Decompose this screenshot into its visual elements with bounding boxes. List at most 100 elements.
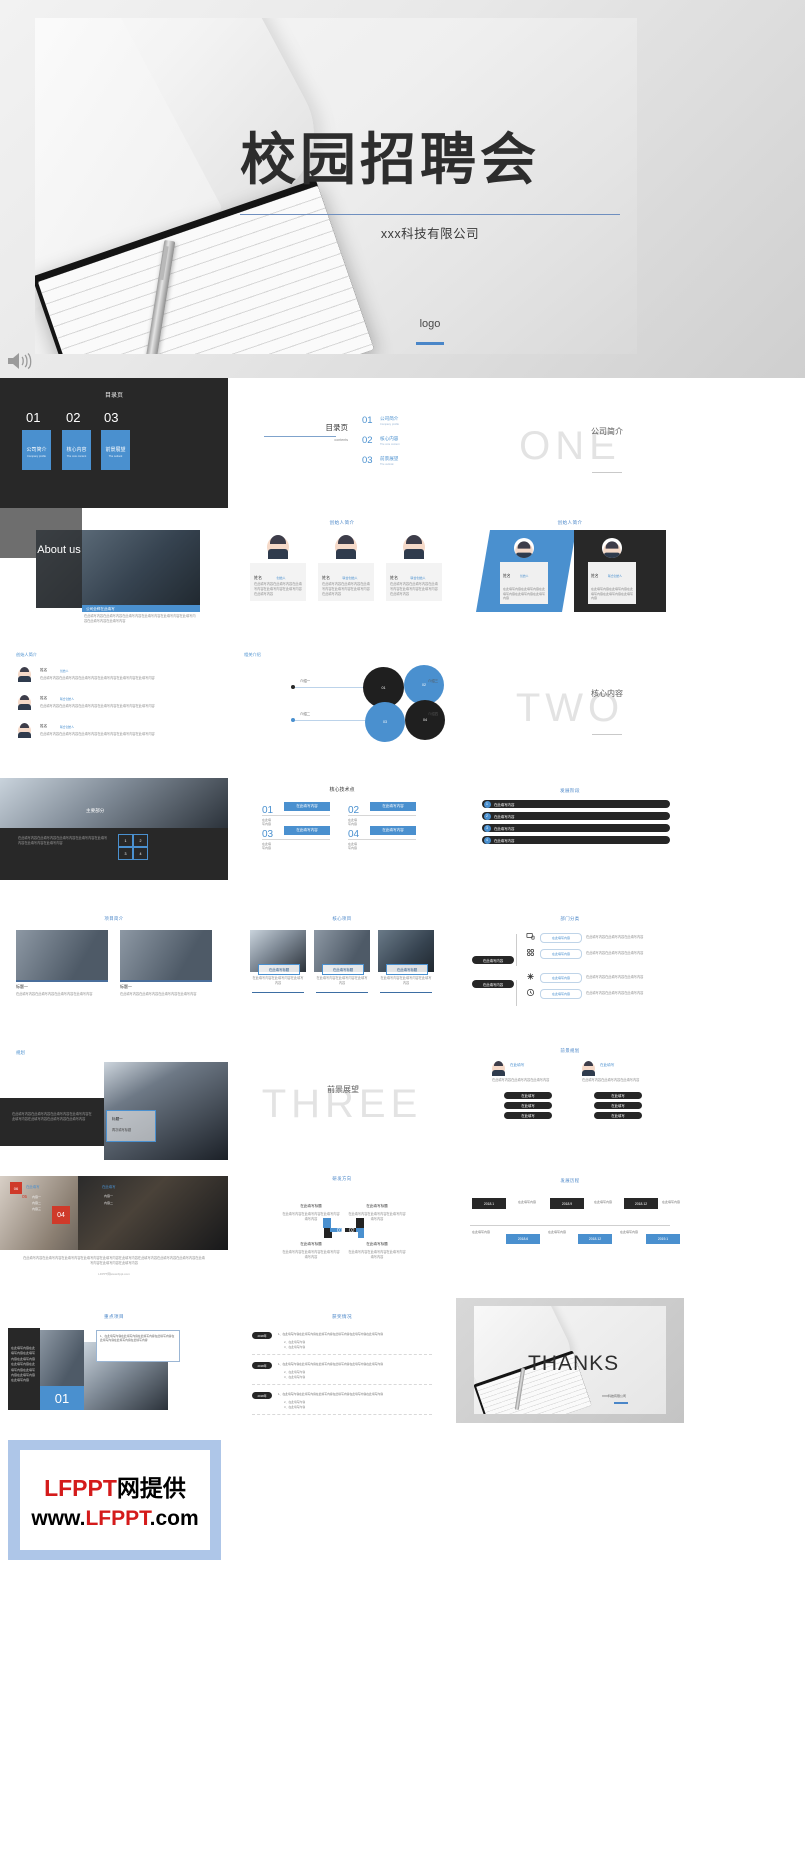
thumb-section-three[interactable]: THREE 前景展望 (228, 1036, 456, 1168)
related-circle-2[interactable]: 03 (365, 702, 405, 742)
core-project-caption-1[interactable]: 在此填写标题 (322, 964, 364, 975)
dev-history-bottom-text-2: 在此填写内容 (620, 1230, 639, 1234)
clock-icon (526, 988, 535, 997)
thumb-dev-type[interactable]: 06 在此填写 05 内容一 内容二 内容三 04 在此填写 内容一 内容二 在… (0, 1168, 228, 1300)
founder-body: 在此填写内容在此填写内容在此填写内容在此填写内容在此填写内容在此填写内容 (250, 578, 306, 601)
related-label-0: 介绍一 (300, 679, 311, 683)
main-part-cell-2[interactable]: 3 (118, 847, 133, 860)
dept-branch-label-2[interactable]: 在此填写内容 (540, 973, 582, 983)
award-row[interactable]: 2018年 1、在此填写内容在此填写内容在此填写内容在此填写内容在此填写内容在此… (252, 1392, 432, 1415)
award-row[interactable]: 2018年 1、在此填写内容在此填写内容在此填写内容在此填写内容在此填写内容在此… (252, 1362, 432, 1385)
thumb-dev-stage[interactable]: 发展阶段 在此填写内容 1 在此填写内容 2 在此填写内容 3 在此填写内容 4 (456, 772, 684, 904)
core-tech-item[interactable]: 01 在此填写内容 在此填写内容 (262, 800, 330, 826)
main-part-cell-3[interactable]: 4 (133, 847, 148, 860)
related-circle-3[interactable]: 04 (405, 700, 445, 740)
thumb-key-project[interactable]: 重点项目 在此填写内容在此填写内容在此填写内容在此填写内容在此填写内容在此填写内… (0, 1300, 228, 1423)
related-circle-1[interactable]: 02 (404, 665, 444, 705)
thumb-awards[interactable]: 获奖情况 2018年 1、在此填写内容在此填写内容在此填写内容在此填写内容在此填… (228, 1300, 456, 1423)
founder-name-row: 姓名 联合创始人 (318, 563, 374, 580)
core-tech-item[interactable]: 02 在此填写内容 在此填写内容 (348, 800, 416, 826)
core-tech-bar[interactable]: 在此填写内容 (370, 802, 416, 811)
thumb-core-projects[interactable]: 核心项目 在此填写标题 在此填写内容在此填写内容在此填写内容 在此填写标题 在此… (228, 904, 456, 1036)
future-plan-pill[interactable]: 在此填写 (504, 1102, 552, 1109)
founder-card[interactable]: 姓名 创始人 在此填写内容在此填写内容在此填写内容在此填写内容在此填写内容在此填… (250, 535, 306, 601)
founder-role: 联合创始人 (60, 724, 74, 729)
dev-type-source: LFPPT网www.lfppt.com (98, 1272, 130, 1276)
thumb-planning[interactable]: 规划 在此填写内容在此填写内容在此填写内容在此填写内容在此填写内容在此填写内容在… (0, 1036, 228, 1168)
dept-branch-label-1[interactable]: 在此填写内容 (540, 949, 582, 959)
future-plan-pill[interactable]: 在此填写 (594, 1112, 642, 1119)
thumb-thanks[interactable]: THANKS XXX科技有限公司 (456, 1298, 684, 1423)
core-tech-bar[interactable]: 在此填写内容 (284, 826, 330, 835)
dev-type-badge-0: 06 (10, 1182, 22, 1194)
toc-dark-card-2[interactable]: 前景展望 The outlook (101, 430, 130, 470)
dept-branch-label-3[interactable]: 在此填写内容 (540, 989, 582, 999)
thumb-section-two[interactable]: TWO 核心内容 (456, 640, 684, 772)
future-plan-pill[interactable]: 在此填写 (504, 1092, 552, 1099)
thumb-section-one[interactable]: ONE 公司简介 (456, 378, 684, 508)
core-tech-item[interactable]: 04 在此填写内容 在此填写内容 (348, 824, 416, 850)
planning-card-sub: 再次填写标题 (112, 1128, 132, 1132)
section-two-title: 核心内容 (591, 689, 623, 698)
avatar (403, 535, 425, 559)
toc-dark-en-2: The outlook (108, 455, 123, 458)
dept-branch-label-0[interactable]: 在此填写内容 (540, 933, 582, 943)
future-plan-pill[interactable]: 在此填写 (594, 1092, 642, 1099)
award-sub-0: 2、在此填写内容 (284, 1340, 306, 1344)
dev-type-bullet-right-0: 内容一 (104, 1194, 114, 1198)
dev-stage-row[interactable]: 在此填写内容 4 (482, 836, 670, 844)
thumb-future-plan[interactable]: 前景规划 在此填写 在此填写内容在此填写内容在此填写内容 在此填写 在此填写 在… (456, 1036, 684, 1168)
dev-stage-text: 在此填写内容 (494, 826, 515, 831)
award-divider (252, 1384, 432, 1385)
thumb-core-tech[interactable]: 核心技术点 01 在此填写内容 在此填写内容 02 在此填写内容 在此填写内容 … (228, 772, 456, 904)
founder-name-row: 姓名 创始人 (500, 562, 548, 584)
dev-stage-title: 发展阶段 (560, 788, 580, 793)
dev-stage-row[interactable]: 在此填写内容 2 (482, 812, 670, 820)
thumb-about-us[interactable]: About us 公司全称在此填写 在此填写内容在此填写内容在此填写内容在此填写… (0, 508, 228, 640)
dev-stage-row[interactable]: 在此填写内容 1 (482, 800, 670, 808)
thumb-toc-dark[interactable]: 目录页 01 02 03 公司简介 Company profile 核心内容 T… (0, 378, 228, 508)
award-row[interactable]: 2018年 1、在此填写内容在此填写内容在此填写内容在此填写内容在此填写内容在此… (252, 1332, 432, 1355)
dept-root-1[interactable]: 在此填写内容 (472, 980, 514, 988)
future-plan-pill[interactable]: 在此填写 (594, 1102, 642, 1109)
gear-icon (527, 973, 534, 980)
core-project-caption-0[interactable]: 在此填写标题 (258, 964, 300, 975)
founder-card[interactable]: 姓名 联合创始人 在此填写内容在此填写内容在此填写内容在此填写内容在此填写内容在… (318, 535, 374, 601)
related-intro-title: 相关介绍 (244, 652, 261, 657)
core-tech-sub: 在此填写内容 (348, 842, 358, 850)
core-tech-sub: 在此填写内容 (262, 842, 272, 850)
founder-card[interactable]: 姓名 联合创始人 在此填写内容在此填写内容在此填写内容在此填写内容在此填写内容在… (386, 535, 442, 601)
main-part-cell-0[interactable]: 1 (118, 834, 133, 847)
research-quad-num-0: 01 (337, 1228, 343, 1234)
toc-dark-num-1: 02 (66, 410, 81, 425)
founder-role: 联合创始人 (342, 576, 358, 580)
thumb-project-intro[interactable]: 项目简介 标题一 在此填写内容在此填写内容在此填写内容在此填写内容 标题一 在此… (0, 904, 228, 1036)
thumb-main-part[interactable]: 主要部分 在此填写内容在此填写内容在此填写内容在此填写内容在此填写内容在此填写内… (0, 772, 228, 904)
core-tech-bar[interactable]: 在此填写内容 (370, 826, 416, 835)
thumb-dev-history[interactable]: 发展历程 2018.1 在此填写内容 2018.9 在此填写内容 2018.12… (456, 1168, 684, 1300)
dept-root-0[interactable]: 在此填写内容 (472, 956, 514, 964)
research-quad-num-2: 03 (337, 1240, 343, 1246)
toc-dark-card-0[interactable]: 公司简介 Company profile (22, 430, 51, 470)
founder-card[interactable]: 姓名 联合创始人 在此填写内容在此填写内容在此填写内容在此填写内容在此填写内容 (588, 538, 636, 604)
main-part-cell-1[interactable]: 2 (133, 834, 148, 847)
thumb-related-intro[interactable]: 相关介绍 介绍一 介绍二 01 02 03 04 介绍三 介绍四 (228, 640, 456, 772)
thumb-toc-light[interactable]: 目录页 contents 01 公司简介 Company profile 02 … (228, 378, 456, 508)
key-project-title: 重点项目 (104, 1314, 124, 1319)
thumb-dept-class[interactable]: 部门分类 在此填写内容 在此填写内容 在此填写内容 在此填写内容 在此填写内容 … (456, 904, 684, 1036)
planning-card[interactable]: 标题一 再次填写标题 (106, 1110, 156, 1142)
dev-stage-row[interactable]: 在此填写内容 3 (482, 824, 670, 832)
thumb-founders-three[interactable]: 创始人简介 姓名 创始人 在此填写内容在此填写内容在此填写内容在此填写内容在此填… (228, 508, 456, 640)
toc-dark-card-1[interactable]: 核心内容 The core content (62, 430, 91, 470)
thumb-founders-two[interactable]: 创始人简介 姓名 创始人 在此填写内容在此填写内容在此填写内容在此填写内容在此填… (456, 508, 684, 640)
future-plan-pill[interactable]: 在此填写 (504, 1112, 552, 1119)
core-tech-bar[interactable]: 在此填写内容 (284, 802, 330, 811)
founder-card[interactable]: 姓名 创始人 在此填写内容在此填写内容在此填写内容在此填写内容在此填写内容 (500, 538, 548, 604)
thumb-founders-list[interactable]: 创始人简介 姓名 创始人 在此填写内容在此填写内容在此填写内容在此填写内容在此填… (0, 640, 228, 772)
thumb-research-dir[interactable]: 研发方向 在此填写标题 在此填写内容在此填写内容在此填写内容填写内容 在此填写标… (228, 1168, 456, 1300)
planning-title: 规划 (16, 1050, 25, 1055)
core-tech-item[interactable]: 03 在此填写内容 在此填写内容 (262, 824, 330, 850)
core-project-caption-2[interactable]: 在此填写标题 (386, 964, 428, 975)
avatar (335, 535, 357, 559)
grid-icon (526, 948, 535, 957)
